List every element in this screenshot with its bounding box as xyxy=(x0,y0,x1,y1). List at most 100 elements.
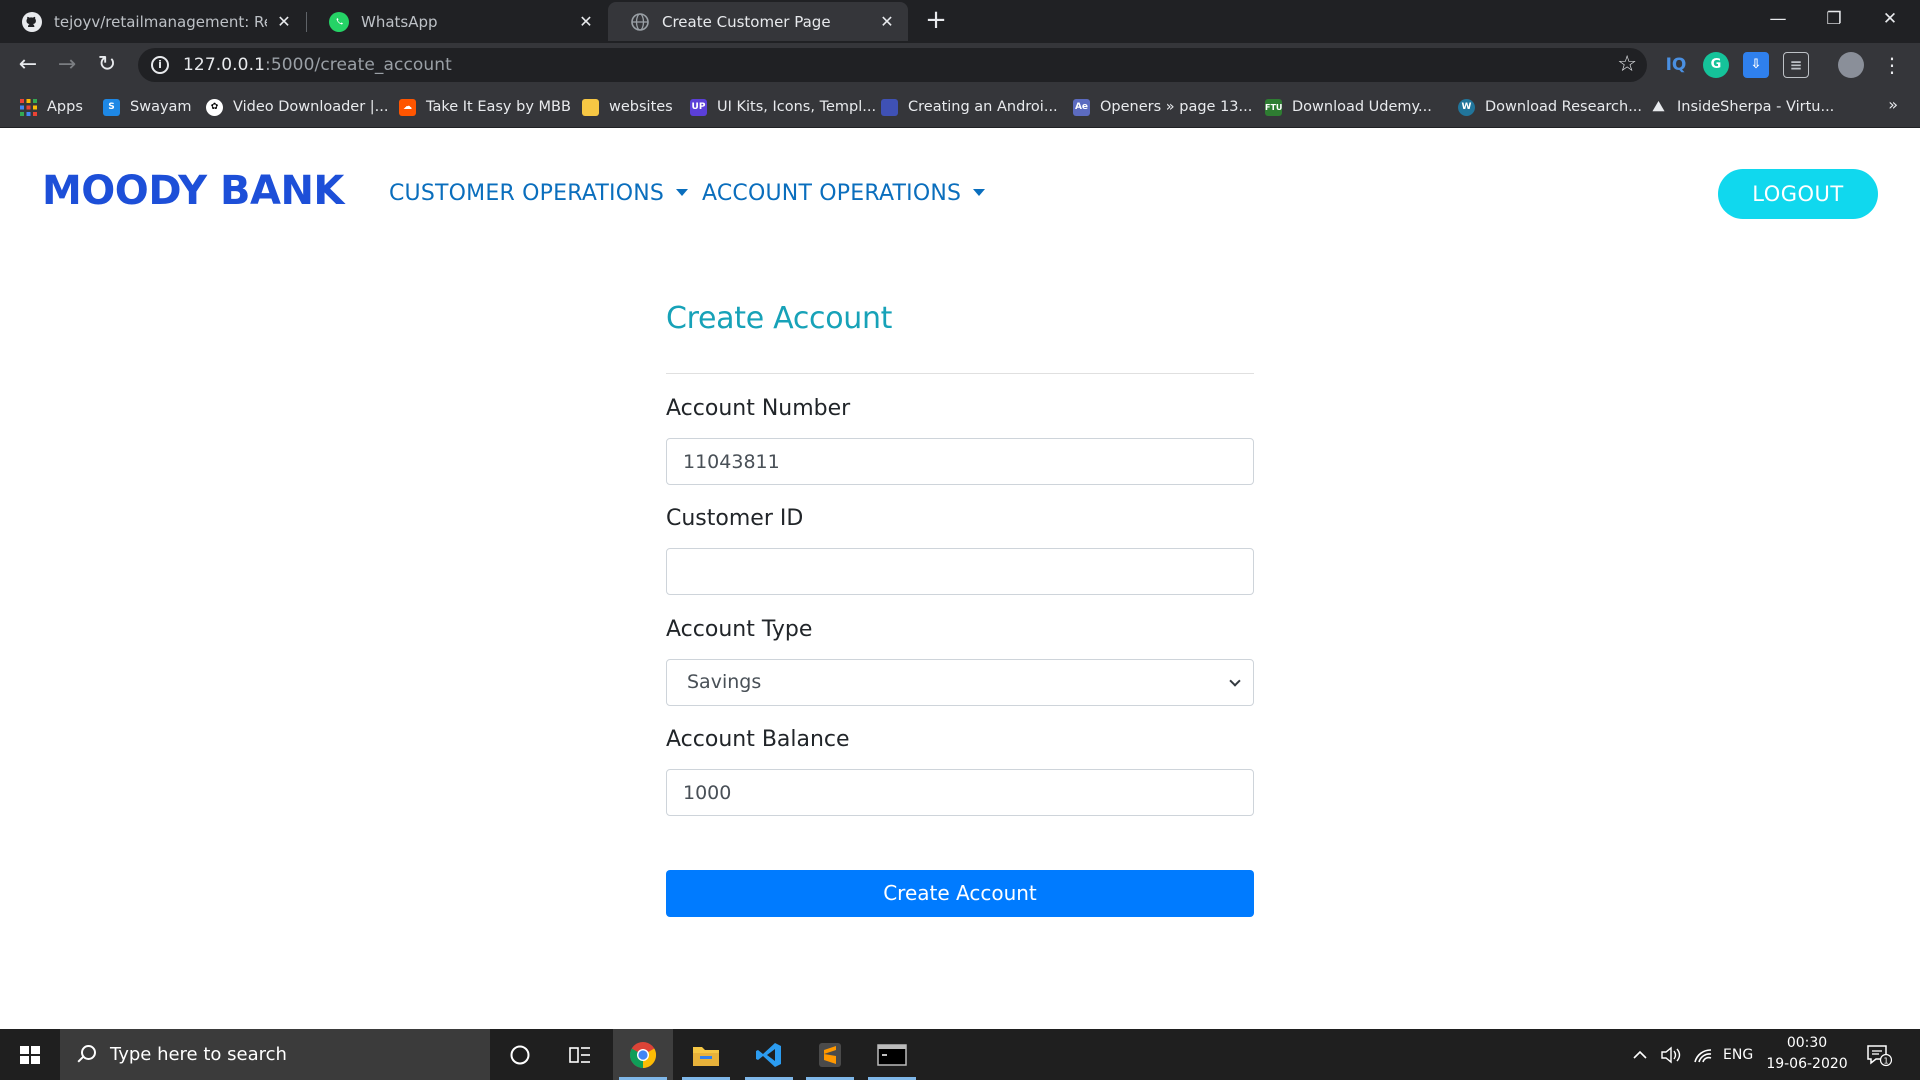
back-arrow-icon[interactable]: ← xyxy=(13,50,43,80)
create-account-button[interactable]: Create Account xyxy=(666,870,1254,917)
bookmark-video-downloader[interactable]: ✿ Video Downloader |... xyxy=(206,97,389,117)
account-number-input[interactable] xyxy=(666,438,1254,485)
tab-whatsapp[interactable]: WhatsApp ✕ xyxy=(307,2,607,41)
nav-account-operations[interactable]: ACCOUNT OPERATIONS xyxy=(702,181,986,206)
search-placeholder: Type here to search xyxy=(110,1044,287,1065)
minimize-icon[interactable]: — xyxy=(1750,0,1806,38)
tab-github[interactable]: tejoyv/retailmanagement: Retail Manageme… xyxy=(0,2,305,41)
tab-title: Create Customer Page xyxy=(662,12,831,31)
bookmark-insidesherpa[interactable]: ⛰ InsideSherpa - Virtu... xyxy=(1650,97,1835,117)
soundcloud-icon: ☁ xyxy=(399,98,416,116)
form-title: Create Account xyxy=(666,301,893,336)
chrome-taskbar-icon[interactable] xyxy=(613,1029,673,1080)
account-balance-input[interactable] xyxy=(666,769,1254,816)
bookmark-openers[interactable]: Ae Openers » page 13... xyxy=(1073,97,1252,117)
profile-avatar-icon[interactable] xyxy=(1838,52,1864,78)
swayam-icon: S xyxy=(103,98,120,116)
file-explorer-icon[interactable] xyxy=(676,1029,736,1080)
tab-title: WhatsApp xyxy=(361,12,438,31)
bookmark-websites[interactable]: websites xyxy=(582,97,673,117)
address-bar[interactable]: i 127.0.0.1:5000/create_account ☆ xyxy=(138,48,1647,82)
browser-menu-icon[interactable]: ⋮ xyxy=(1877,50,1907,80)
mountain-icon: ⛰ xyxy=(1652,98,1665,115)
cortana-icon[interactable] xyxy=(490,1029,550,1080)
notifications-icon[interactable]: 1 xyxy=(1866,1029,1892,1080)
bookmark-label: UI Kits, Icons, Templ... xyxy=(717,99,877,115)
restore-icon[interactable]: ❐ xyxy=(1806,0,1862,38)
bookmark-download-research[interactable]: W Download Research... xyxy=(1458,97,1642,117)
bookmark-label: Take It Easy by MBB xyxy=(426,99,571,115)
bookmark-label: Download Research... xyxy=(1485,99,1643,115)
uplabs-icon: UP xyxy=(690,98,707,116)
volume-icon[interactable] xyxy=(1660,1029,1682,1080)
bookmark-star-icon[interactable]: ☆ xyxy=(1617,52,1637,77)
bookmark-label: Download Udemy... xyxy=(1292,99,1432,115)
windows-taskbar: Type here to search ENG 00:30 19-06-2020… xyxy=(0,1029,1920,1080)
account-type-select[interactable]: Savings xyxy=(666,659,1254,706)
folder-icon xyxy=(582,98,599,116)
close-tab-icon[interactable]: ✕ xyxy=(878,12,896,31)
tab-create-customer[interactable]: Create Customer Page ✕ xyxy=(608,2,908,41)
svg-text:1: 1 xyxy=(1883,1056,1888,1065)
bookmark-download-udemy[interactable]: FTU Download Udemy... xyxy=(1265,97,1432,117)
site-info-icon[interactable]: i xyxy=(151,56,169,74)
browser-toolbar: ← → ↻ i 127.0.0.1:5000/create_account ☆ … xyxy=(0,43,1920,86)
taskbar-clock[interactable]: 00:30 19-06-2020 xyxy=(1760,1033,1854,1075)
bookmark-apps[interactable]: Apps xyxy=(20,97,83,117)
windows-logo-icon xyxy=(20,1046,40,1064)
bookmark-creating-android[interactable]: Creating an Androi... xyxy=(881,97,1058,117)
bookmark-label: Creating an Androi... xyxy=(908,99,1058,115)
nav-label: ACCOUNT OPERATIONS xyxy=(702,181,962,206)
reload-icon[interactable]: ↻ xyxy=(92,50,122,80)
selected-account-type: Savings xyxy=(687,671,762,693)
nav-label: CUSTOMER OPERATIONS xyxy=(389,181,665,206)
account-number-label: Account Number xyxy=(666,396,851,421)
download-extension-icon[interactable]: ⇩ xyxy=(1743,52,1769,78)
customer-id-input[interactable] xyxy=(666,548,1254,595)
bookmark-swayam[interactable]: S Swayam xyxy=(103,97,192,117)
bookmark-take-it-easy[interactable]: ☁ Take It Easy by MBB xyxy=(399,97,571,117)
browser-tab-bar: tejoyv/retailmanagement: Retail Manageme… xyxy=(0,0,1920,43)
bookmark-ui-kits[interactable]: UP UI Kits, Icons, Templ... xyxy=(690,97,876,117)
wifi-icon[interactable] xyxy=(1693,1029,1713,1080)
globe-icon xyxy=(630,12,650,32)
terminal-icon[interactable] xyxy=(862,1029,922,1080)
page-content: MOODY BANK CUSTOMER OPERATIONS ACCOUNT O… xyxy=(0,129,1920,1029)
bookmark-label: Swayam xyxy=(130,99,192,115)
search-icon xyxy=(76,1044,96,1065)
close-window-icon[interactable]: ✕ xyxy=(1862,0,1918,38)
vscode-icon[interactable] xyxy=(739,1029,799,1080)
language-indicator[interactable]: ENG xyxy=(1723,1029,1753,1080)
sublime-text-icon[interactable] xyxy=(800,1029,860,1080)
logout-button[interactable]: LOGOUT xyxy=(1718,169,1878,219)
task-view-icon[interactable] xyxy=(550,1029,610,1080)
caret-down-icon xyxy=(676,188,689,196)
form-divider xyxy=(666,373,1254,374)
address-url[interactable]: 127.0.0.1:5000/create_account xyxy=(183,55,452,75)
reader-extension-icon[interactable]: ≡ xyxy=(1783,52,1809,78)
bookmark-label: Openers » page 13... xyxy=(1100,99,1253,115)
customer-id-label: Customer ID xyxy=(666,506,804,531)
github-icon xyxy=(22,11,42,32)
grammarly-extension-icon[interactable]: G xyxy=(1703,52,1729,78)
taskbar-search[interactable]: Type here to search xyxy=(60,1029,490,1080)
bookmark-label: InsideSherpa - Virtu... xyxy=(1677,99,1835,115)
forward-arrow-icon[interactable]: → xyxy=(52,50,82,80)
new-tab-icon[interactable]: + xyxy=(921,6,951,36)
clock-time: 00:30 xyxy=(1786,1035,1828,1051)
nav-customer-operations[interactable]: CUSTOMER OPERATIONS xyxy=(389,181,689,206)
more-bookmarks-icon[interactable]: » xyxy=(1888,95,1898,114)
brand-logo[interactable]: MOODY BANK xyxy=(42,168,344,214)
whatsapp-icon xyxy=(329,11,349,32)
paw-icon: ✿ xyxy=(206,98,223,116)
chevron-down-icon xyxy=(1229,675,1241,687)
bookmark-label: websites xyxy=(609,99,673,115)
tab-title: tejoyv/retailmanagement: Retail Manageme… xyxy=(54,12,267,31)
close-tab-icon[interactable]: ✕ xyxy=(275,12,293,31)
after-effects-icon: Ae xyxy=(1073,98,1090,116)
close-tab-icon[interactable]: ✕ xyxy=(577,12,595,31)
start-button[interactable] xyxy=(0,1029,60,1080)
iq-extension-icon[interactable]: IQ xyxy=(1663,52,1689,78)
account-balance-label: Account Balance xyxy=(666,727,850,752)
show-hidden-icons[interactable] xyxy=(1632,1029,1648,1080)
